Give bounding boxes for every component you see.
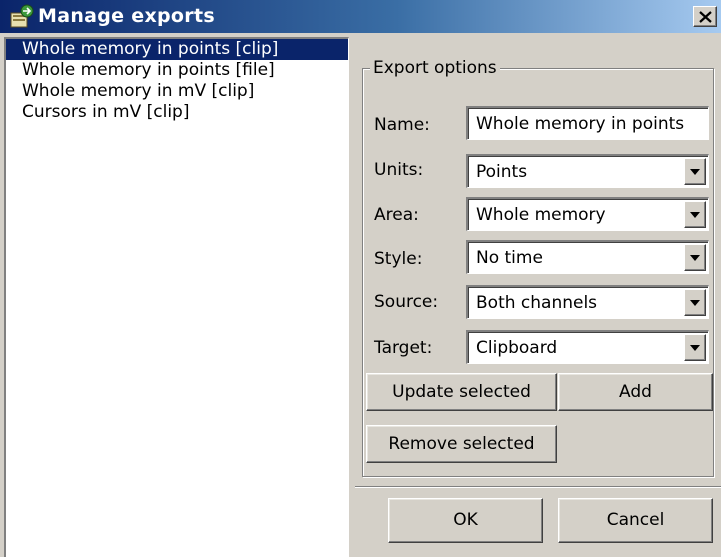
title-bar[interactable]: Manage exports bbox=[0, 0, 721, 33]
cancel-button[interactable]: Cancel bbox=[558, 498, 713, 543]
units-label: Units: bbox=[374, 160, 424, 180]
area-dropdown[interactable]: Whole memory bbox=[466, 197, 709, 231]
name-field[interactable]: Whole memory in points bbox=[466, 106, 709, 140]
area-value: Whole memory bbox=[476, 205, 606, 225]
chevron-down-icon bbox=[690, 300, 700, 306]
area-label: Area: bbox=[374, 205, 419, 225]
source-value: Both channels bbox=[476, 293, 598, 313]
list-item[interactable]: Whole memory in points [file] bbox=[6, 60, 348, 81]
style-dropdown-button[interactable] bbox=[684, 244, 706, 271]
add-button[interactable]: Add bbox=[558, 373, 713, 411]
source-dropdown[interactable]: Both channels bbox=[466, 285, 709, 319]
window-title: Manage exports bbox=[38, 5, 215, 27]
list-item[interactable]: Cursors in mV [clip] bbox=[6, 102, 348, 123]
chevron-down-icon bbox=[690, 212, 700, 218]
close-icon bbox=[699, 11, 712, 23]
chevron-down-icon bbox=[690, 169, 700, 175]
target-label: Target: bbox=[374, 338, 433, 358]
area-dropdown-button[interactable] bbox=[684, 201, 706, 228]
export-app-icon bbox=[8, 3, 36, 30]
remove-selected-button[interactable]: Remove selected bbox=[366, 425, 557, 463]
exports-listbox[interactable]: Whole memory in points [clip] Whole memo… bbox=[4, 37, 349, 557]
update-selected-button[interactable]: Update selected bbox=[366, 373, 557, 411]
list-item[interactable]: Whole memory in mV [clip] bbox=[6, 81, 348, 102]
units-dropdown[interactable]: Points bbox=[466, 154, 709, 188]
style-value: No time bbox=[476, 248, 543, 268]
units-dropdown-button[interactable] bbox=[684, 158, 706, 185]
divider bbox=[355, 486, 721, 488]
source-dropdown-button[interactable] bbox=[684, 289, 706, 316]
style-dropdown[interactable]: No time bbox=[466, 240, 709, 274]
target-dropdown[interactable]: Clipboard bbox=[466, 330, 709, 364]
units-value: Points bbox=[476, 162, 528, 182]
ok-button[interactable]: OK bbox=[388, 498, 543, 543]
chevron-down-icon bbox=[690, 345, 700, 351]
target-value: Clipboard bbox=[476, 338, 558, 358]
name-field-value: Whole memory in points bbox=[476, 114, 685, 134]
close-button[interactable] bbox=[693, 6, 717, 27]
name-label: Name: bbox=[374, 115, 430, 135]
chevron-down-icon bbox=[690, 255, 700, 261]
export-options-caption: Export options bbox=[370, 58, 500, 78]
source-label: Source: bbox=[374, 292, 439, 312]
list-item[interactable]: Whole memory in points [clip] bbox=[6, 39, 348, 60]
style-label: Style: bbox=[374, 249, 423, 269]
target-dropdown-button[interactable] bbox=[684, 334, 706, 361]
